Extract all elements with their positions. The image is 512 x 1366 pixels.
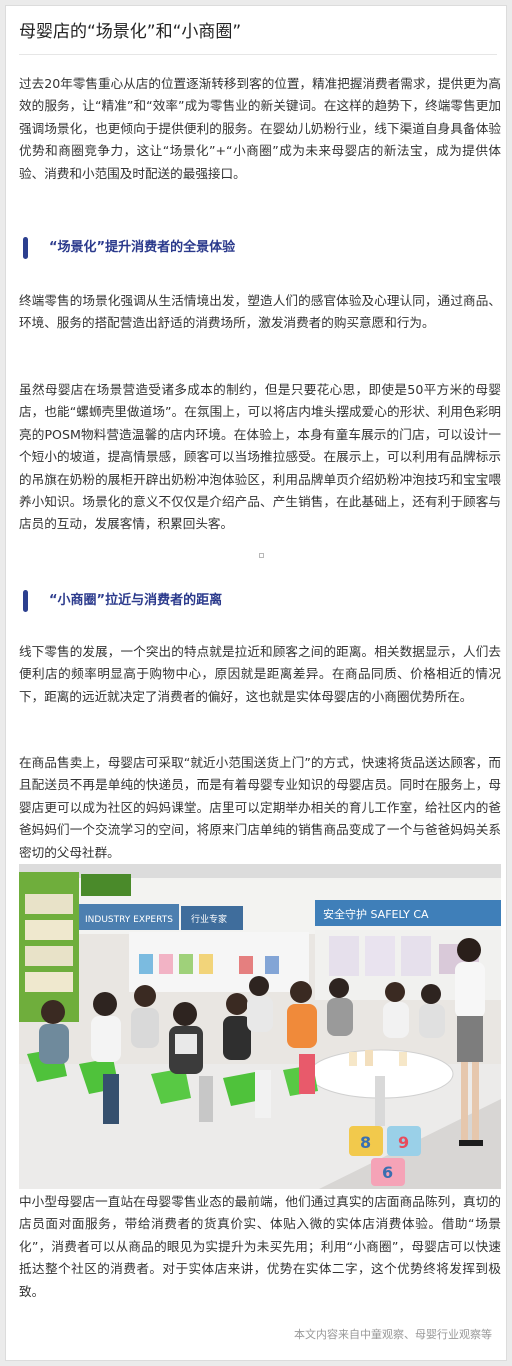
photo-illustration: INDUSTRY EXPERTS 行业专家 安全守护 SAFELY CA 8 9… <box>19 864 501 1189</box>
floor-number: 8 <box>360 1133 371 1152</box>
separator-dot <box>259 553 264 558</box>
heading-accent-bar <box>23 590 28 612</box>
sign-left-cn-text: 行业专家 <box>191 913 227 925</box>
title-divider <box>19 54 497 55</box>
section2-paragraph-3: 中小型母婴店一直站在母婴零售业态的最前端，他们通过真实的店面商品陈列，真切的店员… <box>19 1194 501 1299</box>
floor-number: 6 <box>382 1163 393 1182</box>
sign-left-text: INDUSTRY EXPERTS <box>85 915 173 925</box>
section-heading-text: “小商圈”拉近与消费者的距离 <box>49 593 223 608</box>
section2-paragraph-2: 在商品售卖上，母婴店可采取“就近小范围送货上门”的方式，快速将货品送达顾客，而且… <box>19 755 501 860</box>
source-note: 本文内容来自中童观察、母婴行业观察等 <box>294 1328 492 1341</box>
section-heading-text: “场景化”提升消费者的全景体验 <box>49 240 236 255</box>
section2-paragraph-1: 线下零售的发展，一个突出的特点就是拉近和顾客之间的距离。相关数据显示，人们去便利… <box>19 644 501 704</box>
article-title: 母婴店的“场景化”和“小商圈” <box>19 22 242 42</box>
section1-paragraph-2: 虽然母婴店在场景营造受诸多成本的制约，但是只要花心思，即使是50平方米的母婴店，… <box>19 382 501 532</box>
section1-paragraph-1: 终端零售的场景化强调从生活情境出发，塑造人们的感官体验及心理认同，通过商品、环境… <box>19 293 501 331</box>
article-card: 母婴店的“场景化”和“小商圈” 过去20年零售重心从店的位置逐渐转移到客的位置，… <box>5 5 507 1361</box>
sign-right-text: 安全守护 SAFELY CA <box>323 907 429 921</box>
section-heading-scene: “场景化”提升消费者的全景体验 <box>19 235 489 261</box>
store-class-photo: INDUSTRY EXPERTS 行业专家 安全守护 SAFELY CA 8 9… <box>19 864 501 1189</box>
section-heading-commerce: “小商圈”拉近与消费者的距离 <box>19 588 489 614</box>
heading-accent-bar <box>23 237 28 259</box>
intro-paragraph: 过去20年零售重心从店的位置逐渐转移到客的位置，精准把握消费者需求，提供更为高效… <box>19 76 501 181</box>
floor-number: 9 <box>398 1133 409 1152</box>
